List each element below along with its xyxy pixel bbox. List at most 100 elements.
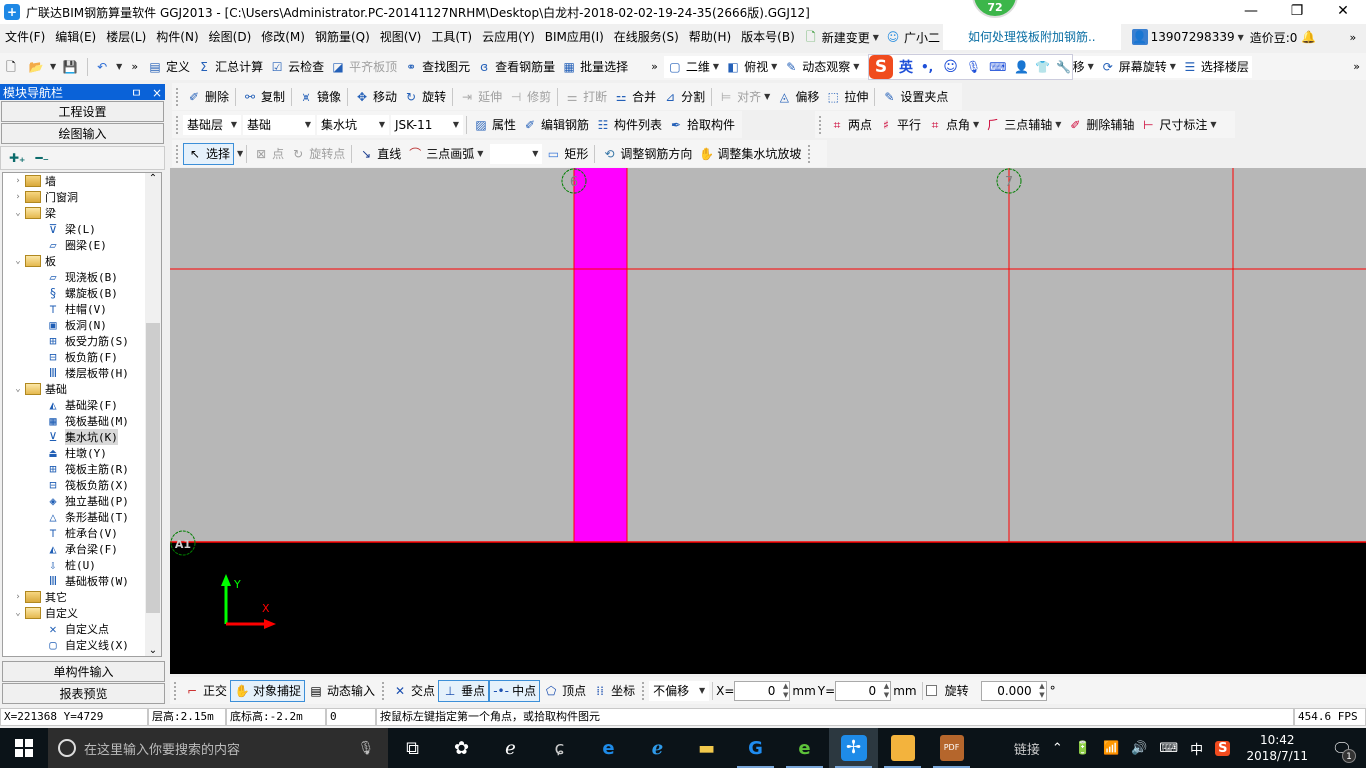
- tree-item[interactable]: ⊞ 筏板主筋(R): [3, 461, 161, 477]
- expand-all-icon[interactable]: ✚₊: [9, 151, 25, 165]
- tree-item[interactable]: § 螺旋板(B): [3, 285, 161, 301]
- tree-item[interactable]: ⊤ 桩承台(V): [3, 525, 161, 541]
- trim-button[interactable]: ⊣ 修剪: [505, 86, 554, 108]
- links-toolbar[interactable]: 链接: [1008, 739, 1046, 758]
- user-ime-icon[interactable]: 👤: [1014, 60, 1029, 74]
- start-button[interactable]: [0, 728, 48, 768]
- floor-select[interactable]: 基础层 ▼: [183, 114, 241, 135]
- rotate-input[interactable]: 0.000 ▲ ▼: [980, 680, 1047, 701]
- align-button[interactable]: ⊨ 对齐 ▼: [715, 86, 773, 108]
- collapse-all-icon[interactable]: ━₋: [35, 151, 49, 165]
- task-view-button[interactable]: ⧉: [388, 728, 437, 768]
- tree-item[interactable]: ⇩ 桩(U): [3, 557, 161, 573]
- toolbar-grip[interactable]: [642, 681, 645, 700]
- toolbar-overflow[interactable]: »: [651, 60, 658, 73]
- tree-folder[interactable]: › 门窗洞: [3, 189, 161, 205]
- microphone-icon[interactable]: 🎙: [357, 741, 374, 756]
- adjust-slope-button[interactable]: ✋ 调整集水坑放坡: [695, 143, 804, 165]
- spinner-icon[interactable]: ▲ ▼: [783, 682, 788, 700]
- delete-button[interactable]: ✐ 删除: [183, 86, 232, 108]
- toolbar-grip[interactable]: [176, 115, 179, 134]
- menubar-overflow[interactable]: »: [1349, 31, 1356, 44]
- tray-overflow-icon[interactable]: ⌃: [1046, 741, 1069, 756]
- chevron-down-icon[interactable]: ▼: [237, 149, 243, 158]
- scroll-up-icon[interactable]: ⌃: [145, 173, 161, 189]
- offset-button[interactable]: ◬ 偏移: [773, 86, 822, 108]
- taskbar-app-fan[interactable]: ✿: [437, 728, 486, 768]
- menu-item[interactable]: 楼层(L): [101, 24, 151, 50]
- menu-item[interactable]: 钢筋量(Q): [310, 24, 375, 50]
- tree-folder[interactable]: › 墙: [3, 173, 161, 189]
- chevron-right-icon[interactable]: ›: [11, 192, 25, 202]
- snap-coordinate[interactable]: ⁞⁞ 坐标: [589, 680, 638, 702]
- taskbar-search[interactable]: 在这里输入你要搜索的内容 🎙: [48, 728, 388, 768]
- tree-item[interactable]: ▱ 现浇板(B): [3, 269, 161, 285]
- ime-language-toggle[interactable]: 英: [899, 57, 913, 77]
- tree-item[interactable]: ▣ 板洞(N): [3, 317, 161, 333]
- break-button[interactable]: ⚌ 打断: [561, 86, 610, 108]
- toolbar-grip[interactable]: [176, 87, 179, 106]
- toolbar-overflow[interactable]: »: [1353, 60, 1360, 73]
- tree-item[interactable]: ⊽ 梁(L): [3, 221, 161, 237]
- line-button[interactable]: ↘ 直线: [355, 143, 404, 165]
- taskbar-app-notepad[interactable]: [878, 728, 927, 768]
- snap-midpoint[interactable]: -•- 中点: [489, 679, 541, 702]
- tree-item[interactable]: ⊤ 柱帽(V): [3, 301, 161, 317]
- menu-item[interactable]: 在线服务(S): [609, 24, 684, 50]
- copy-button[interactable]: ⚯ 复制: [239, 86, 288, 108]
- tree-folder[interactable]: › 其它: [3, 589, 161, 605]
- type-select[interactable]: 集水坑 ▼: [317, 114, 389, 135]
- component-select[interactable]: JSK-11 ▼: [391, 114, 463, 135]
- dynamic-input-toggle[interactable]: ▤ 动态输入: [305, 680, 378, 702]
- object-snap-toggle[interactable]: ✋ 对象捕捉: [230, 679, 306, 702]
- toolbar-button-cloud-check[interactable]: ☑ 云检查: [266, 56, 327, 78]
- tree-item[interactable]: ▢ 自定义线(X): [3, 637, 161, 653]
- mirror-button[interactable]: ⩙ 镜像: [295, 86, 344, 108]
- tree-folder[interactable]: ⌄ 基础: [3, 381, 161, 397]
- rect-button[interactable]: ▭ 矩形: [542, 143, 591, 165]
- set-grip-button[interactable]: ✎ 设置夹点: [878, 86, 951, 108]
- tree-scrollbar[interactable]: ⌃ ⌄: [145, 173, 161, 656]
- snap-vertex[interactable]: ⬠ 顶点: [540, 680, 589, 702]
- three-point-axis-button[interactable]: ⺁三点辅轴 ▼: [982, 114, 1064, 136]
- rotate-point-button[interactable]: ↻ 旋转点: [287, 143, 348, 165]
- taskbar-app-notify[interactable]: ɕ: [535, 728, 584, 768]
- tree-item[interactable]: ⊟ 筏板负筋(X): [3, 477, 161, 493]
- taskbar-app-explorer[interactable]: ▬: [682, 728, 731, 768]
- pick-component-button[interactable]: ✒ 拾取构件: [665, 114, 738, 136]
- menu-item[interactable]: 修改(M): [256, 24, 310, 50]
- wifi-icon[interactable]: 📶: [1097, 741, 1125, 756]
- help-article-link[interactable]: 如何处理筏板附加钢筋..: [942, 24, 1121, 50]
- arc-button[interactable]: ⌒ 三点画弧 ▼: [404, 143, 486, 165]
- taskbar-app-edge[interactable]: e: [584, 728, 633, 768]
- toolbar-grip[interactable]: [808, 144, 811, 163]
- taskbar-app-pdf[interactable]: PDF: [927, 728, 976, 768]
- tab-report-preview[interactable]: 报表预览: [2, 683, 165, 704]
- scroll-down-icon[interactable]: ⌄: [145, 645, 161, 656]
- toolbar-button-define[interactable]: ▤ 定义: [144, 56, 193, 78]
- menu-item[interactable]: 文件(F): [0, 24, 50, 50]
- taskbar-app-g[interactable]: G: [731, 728, 780, 768]
- tree-item[interactable]: ⏏ 柱墩(Y): [3, 445, 161, 461]
- chevron-right-icon[interactable]: ›: [11, 592, 25, 602]
- tree-item[interactable]: ◭ 基础梁(F): [3, 397, 161, 413]
- sogou-tray-icon[interactable]: S: [1209, 740, 1236, 756]
- action-center-button[interactable]: 🗨 1: [1318, 739, 1366, 763]
- wrench-icon[interactable]: 🔧: [1056, 60, 1071, 74]
- stretch-button[interactable]: ⬚ 拉伸: [822, 86, 871, 108]
- rotate-checkbox[interactable]: [925, 685, 937, 696]
- point-button[interactable]: ⊠ 点: [250, 143, 287, 165]
- split-button[interactable]: ⊿ 分割: [659, 86, 708, 108]
- spinner-icon[interactable]: ▲ ▼: [1039, 682, 1044, 700]
- tab-drawing-input[interactable]: 绘图输入: [1, 123, 164, 144]
- tree-item[interactable]: △ 条形基础(T): [3, 509, 161, 525]
- tree-item[interactable]: ◭ 承台梁(F): [3, 541, 161, 557]
- snap-perpendicular[interactable]: ⊥ 垂点: [438, 679, 490, 702]
- microphone-icon[interactable]: 🎙: [966, 60, 981, 74]
- new-file-button[interactable]: 🗋: [0, 56, 25, 78]
- menu-item[interactable]: 云应用(Y): [477, 24, 540, 50]
- tree-item[interactable]: Ⅲ 基础板带(W): [3, 573, 161, 589]
- bell-icon[interactable]: 🔔: [1300, 29, 1316, 45]
- undo-button[interactable]: ↶ ▼: [91, 56, 125, 78]
- toolbar-button-align-slab[interactable]: ◪ 平齐板顶: [327, 56, 400, 78]
